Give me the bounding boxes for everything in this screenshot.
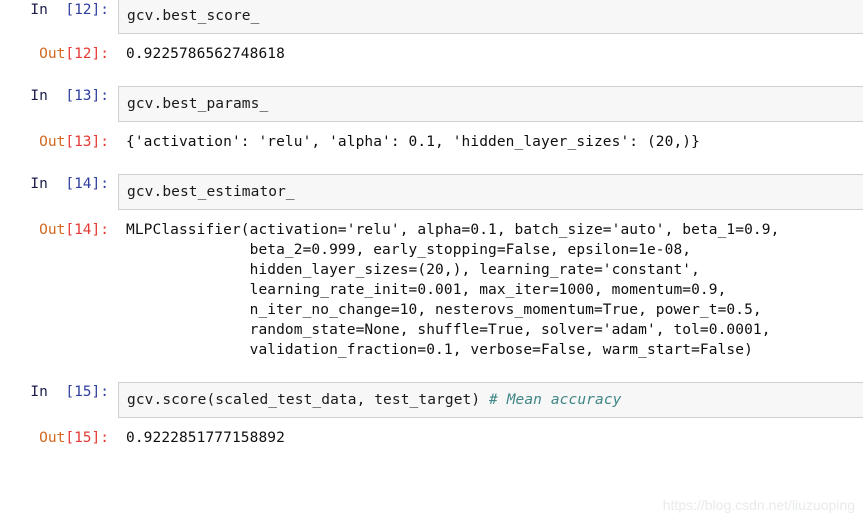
input-area-14[interactable]: gcv.best_estimator_ <box>118 174 863 210</box>
output-value-15: 0.9222851777158892 <box>126 430 285 446</box>
code-editor-13[interactable]: gcv.best_params_ <box>118 86 863 122</box>
code-editor-12[interactable]: gcv.best_score_ <box>118 0 863 34</box>
code-cell-input-12[interactable]: In [12]: gcv.best_score_ <box>0 0 863 34</box>
input-prompt-count: [15]: <box>65 384 109 400</box>
input-prompt-label: In <box>30 176 66 192</box>
site-watermark: https://blog.csdn.net/liuzuoping <box>662 497 855 513</box>
code-editor-15[interactable]: gcv.score(scaled_test_data, test_target)… <box>118 382 863 418</box>
code-cell-input-14[interactable]: In [14]: gcv.best_estimator_ <box>0 174 863 210</box>
input-prompt-13: In [13]: <box>0 86 118 106</box>
input-prompt-count: [13]: <box>65 88 109 104</box>
code-comment-15: # Mean accuracy <box>489 392 622 408</box>
input-prompt-14: In [14]: <box>0 174 118 194</box>
input-area-13[interactable]: gcv.best_params_ <box>118 86 863 122</box>
code-cell-output-14: Out[14]: MLPClassifier(activation='relu'… <box>0 220 863 360</box>
code-line: gcv.best_params_ <box>127 94 857 114</box>
output-prompt-label: Out <box>39 46 66 62</box>
input-prompt-label: In <box>30 88 66 104</box>
input-prompt-12: In [12]: <box>0 0 118 20</box>
output-prompt-count: [12]: <box>65 46 109 62</box>
notebook-cell-list: In [12]: gcv.best_score_ Out[12]: 0.9225… <box>0 0 863 448</box>
output-prompt-label: Out <box>39 430 66 446</box>
code-cell-input-15[interactable]: In [15]: gcv.score(scaled_test_data, tes… <box>0 382 863 418</box>
output-prompt-count: [15]: <box>65 430 109 446</box>
input-prompt-15: In [15]: <box>0 382 118 402</box>
output-area-14: MLPClassifier(activation='relu', alpha=0… <box>118 220 863 360</box>
code-cell-output-12: Out[12]: 0.9225786562748618 <box>0 44 863 64</box>
output-value-14: MLPClassifier(activation='relu', alpha=0… <box>126 222 780 358</box>
input-prompt-count: [14]: <box>65 176 109 192</box>
code-source-15: gcv.score(scaled_test_data, test_target) <box>127 392 490 408</box>
input-prompt-count: [12]: <box>65 2 109 18</box>
code-cell-output-15: Out[15]: 0.9222851777158892 <box>0 428 863 448</box>
code-source-13: gcv.best_params_ <box>127 96 269 112</box>
output-prompt-count: [13]: <box>65 134 109 150</box>
output-area-13: {'activation': 'relu', 'alpha': 0.1, 'hi… <box>118 132 863 152</box>
code-editor-14[interactable]: gcv.best_estimator_ <box>118 174 863 210</box>
output-area-15: 0.9222851777158892 <box>118 428 863 448</box>
code-cell-output-13: Out[13]: {'activation': 'relu', 'alpha':… <box>0 132 863 152</box>
input-prompt-label: In <box>30 2 66 18</box>
code-cell-input-13[interactable]: In [13]: gcv.best_params_ <box>0 86 863 122</box>
output-prompt-12: Out[12]: <box>0 44 118 64</box>
code-source-14: gcv.best_estimator_ <box>127 184 295 200</box>
output-prompt-13: Out[13]: <box>0 132 118 152</box>
code-source-12: gcv.best_score_ <box>127 8 260 24</box>
output-value-12: 0.9225786562748618 <box>126 46 285 62</box>
code-line: gcv.score(scaled_test_data, test_target)… <box>127 390 857 410</box>
output-value-13: {'activation': 'relu', 'alpha': 0.1, 'hi… <box>126 134 700 150</box>
output-prompt-label: Out <box>39 134 66 150</box>
output-prompt-label: Out <box>39 222 66 238</box>
input-area-12[interactable]: gcv.best_score_ <box>118 0 863 34</box>
output-prompt-count: [14]: <box>65 222 109 238</box>
code-line: gcv.best_score_ <box>127 6 857 26</box>
output-prompt-15: Out[15]: <box>0 428 118 448</box>
output-area-12: 0.9225786562748618 <box>118 44 863 64</box>
input-area-15[interactable]: gcv.score(scaled_test_data, test_target)… <box>118 382 863 418</box>
code-line: gcv.best_estimator_ <box>127 182 857 202</box>
output-prompt-14: Out[14]: <box>0 220 118 240</box>
input-prompt-label: In <box>30 384 66 400</box>
